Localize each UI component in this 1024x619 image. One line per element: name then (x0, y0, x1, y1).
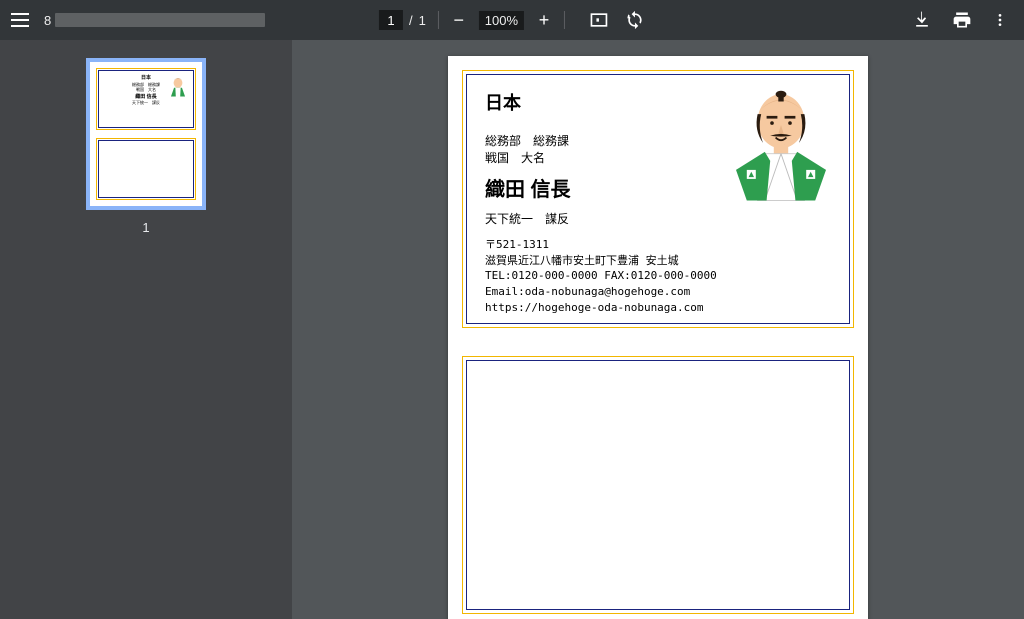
print-icon[interactable] (952, 10, 972, 30)
view-controls (589, 10, 645, 30)
card-postal: 〒521-1311 (485, 237, 835, 253)
page-area[interactable]: 日本 総務部 総務課 戦国 大名 織田 信長 天下統一 謀反 〒521-1311… (292, 40, 1024, 619)
thumb-tag: 天下統一 謀反 (103, 100, 189, 105)
filename-redacted (55, 13, 265, 27)
card-tagline: 天下統一 謀反 (485, 210, 835, 227)
fit-page-icon[interactable] (589, 10, 609, 30)
page-separator: / (409, 13, 413, 28)
zoom-controls: − 100% + (451, 11, 552, 30)
card-email: Email:oda-nobunaga@hogehoge.com (485, 284, 835, 300)
toolbar-divider (564, 11, 565, 29)
zoom-out-button[interactable]: − (451, 11, 467, 29)
card-details: 〒521-1311 滋賀県近江八幡市安土町下豊浦 安土城 TEL:0120-00… (485, 237, 835, 317)
business-card-front: 日本 総務部 総務課 戦国 大名 織田 信長 天下統一 謀反 〒521-1311… (462, 70, 854, 328)
card-telfax: TEL:0120-000-0000 FAX:0120-000-0000 (485, 268, 835, 284)
thumbnail-number: 1 (86, 220, 206, 235)
toolbar-divider (438, 11, 439, 29)
toolbar-left: 8 (8, 8, 265, 32)
thumbnail-item[interactable]: 日本 総務部 総務課 戦国 大名 織田 信長 天下統一 謀反 1 (86, 58, 206, 235)
card-url: https://hogehoge-oda-nobunaga.com (485, 300, 835, 316)
filename-prefix: 8 (44, 13, 51, 28)
thumb-portrait-icon (167, 75, 189, 97)
more-icon[interactable] (992, 10, 1008, 30)
page-total: 1 (419, 13, 426, 28)
business-card-back (462, 356, 854, 614)
thumb-card-bottom (96, 138, 196, 200)
page-current-input[interactable] (379, 10, 403, 30)
rotate-icon[interactable] (625, 10, 645, 30)
download-icon[interactable] (912, 10, 932, 30)
zoom-in-button[interactable]: + (536, 11, 552, 29)
thumbnail-sidebar: 日本 総務部 総務課 戦国 大名 織田 信長 天下統一 謀反 1 (0, 40, 292, 619)
toolbar-center: / 1 − 100% + (379, 10, 645, 30)
toolbar-right (912, 10, 1016, 30)
zoom-level: 100% (479, 11, 524, 30)
document-filename: 8 (44, 13, 265, 28)
workspace: 日本 総務部 総務課 戦国 大名 織田 信長 天下統一 謀反 1 (0, 40, 1024, 619)
page-thumbnail[interactable]: 日本 総務部 総務課 戦国 大名 織田 信長 天下統一 謀反 (86, 58, 206, 210)
card-address: 滋賀県近江八幡市安土町下豊浦 安土城 (485, 253, 835, 269)
pdf-page: 日本 総務部 総務課 戦国 大名 織田 信長 天下統一 謀反 〒521-1311… (448, 56, 868, 619)
pdf-toolbar: 8 / 1 − 100% + (0, 0, 1024, 40)
thumb-card-top: 日本 総務部 総務課 戦国 大名 織田 信長 天下統一 謀反 (96, 68, 196, 130)
page-indicator: / 1 (379, 10, 426, 30)
samurai-portrait-icon (727, 83, 835, 201)
menu-icon[interactable] (8, 8, 32, 32)
